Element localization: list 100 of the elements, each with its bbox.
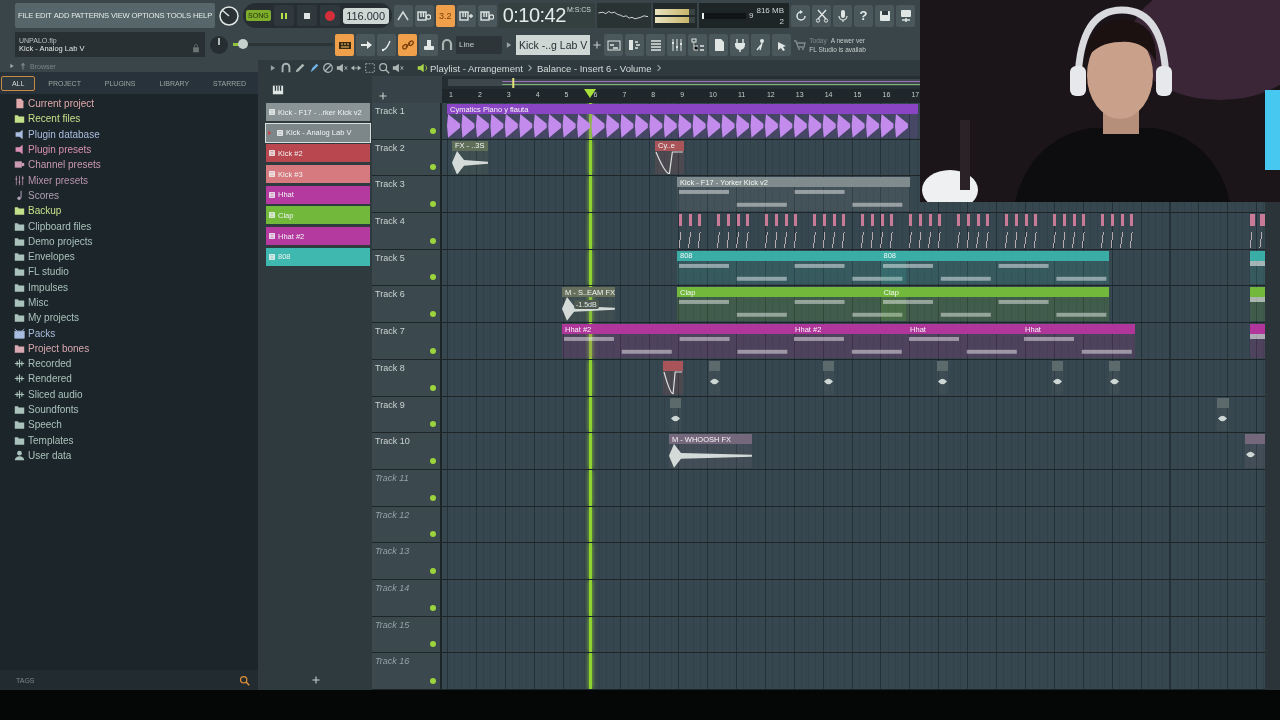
browser-item[interactable]: Sliced audio [14,386,258,402]
browser-item[interactable]: Impulses [14,279,258,295]
browser-item[interactable]: Recent files [14,111,258,127]
track-enable-led[interactable] [430,384,436,391]
browser-item[interactable]: Plugin presets [14,141,258,158]
keys-plus-button[interactable] [456,4,476,27]
mixer-button[interactable] [667,33,687,56]
browser-item[interactable]: Project bones [14,340,258,357]
keys-clock-button[interactable] [477,4,497,27]
browser-item[interactable]: Clipboard files [14,218,258,234]
browser-item[interactable]: Scores [14,187,258,204]
playlist-clip[interactable] [1217,397,1229,432]
pattern-selector[interactable]: Kick -..g Lab V [516,34,591,55]
scissors-button[interactable] [812,4,831,27]
piano-roll-button[interactable] [625,33,645,56]
track-enable-led[interactable] [430,201,436,208]
browser-item[interactable]: User data [14,447,258,464]
browser-item[interactable]: Plugin database [14,126,258,142]
link-toggle[interactable] [398,33,417,56]
faders-icon [14,174,25,186]
save-plus-button[interactable] [896,4,915,27]
arrow-toggle[interactable] [356,33,375,56]
playlist-clip[interactable] [1244,434,1265,468]
track-header[interactable]: Track 5 [372,249,442,286]
plug-button[interactable] [730,33,750,56]
refresh-button[interactable] [791,4,810,27]
playlist-clip[interactable] [1250,250,1265,285]
playlist-clip[interactable] [1250,287,1265,322]
keys-clock-button[interactable] [414,4,434,27]
browser-item[interactable]: My projects [14,310,258,326]
track-enable-led[interactable] [430,347,436,354]
track-header[interactable]: Track 10 [372,433,442,469]
playlist-clip[interactable] [662,360,684,395]
track-enable-led[interactable] [430,678,436,684]
playlist-button[interactable] [604,33,624,56]
track-enable-led[interactable] [430,531,436,538]
track-enable-led[interactable] [430,237,436,244]
track-header[interactable]: Track 9 [372,396,442,433]
track-enable-led[interactable] [430,274,436,281]
track-header[interactable]: Track 15 [372,616,442,653]
track-header[interactable]: Track 6 [372,286,442,323]
playlist-clip[interactable] [669,397,682,432]
playlist-clip[interactable] [936,360,949,395]
browser-item[interactable]: Current project [14,96,258,112]
microphone-button[interactable] [833,4,852,27]
keyboard-toggle[interactable] [335,33,354,56]
track-enable-led[interactable] [430,567,436,574]
playlist-clip[interactable] [1108,360,1121,395]
track-enable-led[interactable] [430,641,436,648]
track-header[interactable]: Track 11 [372,469,442,506]
playlist-clip[interactable] [822,360,835,395]
playlist-clip[interactable] [708,360,721,395]
browser-item[interactable]: FL studio [14,264,258,280]
browser-button[interactable] [688,33,708,56]
curve-toggle[interactable] [377,33,396,56]
save-button[interactable] [875,4,894,27]
browser-item[interactable]: Templates [14,432,258,448]
track-enable-led[interactable] [430,127,436,134]
browser-item[interactable]: Packs [14,325,258,341]
track-header[interactable]: Track 7 [372,323,442,359]
help-button[interactable]: ? [854,4,873,27]
browser-item[interactable]: Demo projects [14,233,258,249]
track-header[interactable]: Track 13 [372,543,442,579]
browser-item[interactable]: Backup [14,203,258,219]
browser-item[interactable]: Soundfonts [14,401,258,418]
browser-item[interactable]: Envelopes [14,248,258,265]
playlist-clip[interactable] [1051,360,1064,395]
stamp-button[interactable] [419,33,438,56]
browser-item[interactable]: Channel presets [14,157,258,173]
stop-button[interactable] [296,5,317,26]
pause-button[interactable] [273,5,294,26]
track-header[interactable]: Track 1 [372,103,442,139]
browser-item[interactable]: Misc [14,294,258,311]
track-enable-led[interactable] [430,604,436,611]
track-header[interactable]: Track 3 [372,176,442,213]
track-enable-led[interactable] [430,164,436,171]
track-header[interactable]: Track 2 [372,139,442,176]
scrollbar[interactable] [1265,202,1280,690]
tempo-field[interactable]: 116.000 [342,7,389,24]
track-enable-led[interactable] [430,494,436,501]
browser-item[interactable]: Speech [14,417,258,433]
track-enable-led[interactable] [430,457,436,464]
snap-select[interactable]: Line [456,35,502,54]
browser-item[interactable]: Rendered [14,371,258,387]
playlist-clip[interactable] [1250,324,1265,358]
track-header[interactable]: Track 14 [372,579,442,616]
countdown-toggle[interactable]: 3.2 [435,4,455,27]
peak-button[interactable] [393,4,413,27]
track-header[interactable]: Track 12 [372,506,442,543]
pointer-button[interactable] [772,33,792,56]
browser-item[interactable]: Recorded [14,356,258,372]
figure-button[interactable] [751,33,771,56]
channel-rack-button[interactable] [646,33,666,56]
browser-item[interactable]: Mixer presets [14,172,258,188]
track-header[interactable]: Track 8 [372,359,442,396]
track-header[interactable]: Track 4 [372,213,442,249]
track-enable-led[interactable] [430,311,436,318]
track-header[interactable]: Track 16 [372,653,442,689]
document-button[interactable] [709,33,729,56]
track-enable-led[interactable] [430,421,436,428]
